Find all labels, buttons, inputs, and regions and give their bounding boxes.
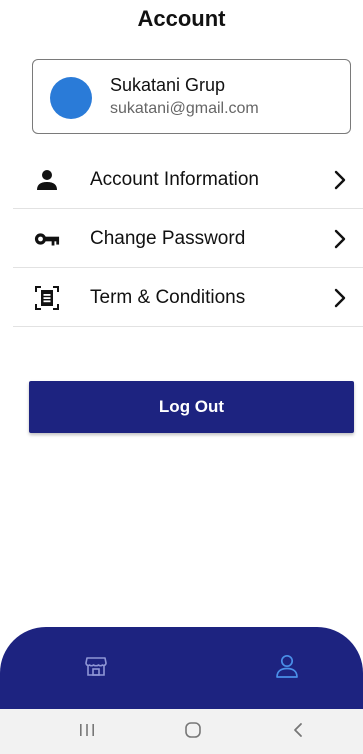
menu-item-label: Term & Conditions — [90, 286, 246, 308]
chevron-right-icon — [333, 287, 347, 309]
menu-item-change-password[interactable]: Change Password — [0, 209, 363, 268]
profile-email: sukatani@gmail.com — [110, 100, 259, 117]
menu-item-label: Account Information — [90, 168, 259, 190]
account-screen: Account Sukatani Grup sukatani@gmail.com… — [0, 0, 363, 754]
menu-item-label: Change Password — [90, 227, 246, 249]
bottom-navigation — [0, 627, 363, 709]
store-icon — [84, 654, 108, 683]
recents-icon — [78, 722, 96, 743]
profile-name: Sukatani Grup — [110, 75, 226, 95]
logout-button[interactable]: Log Out — [29, 381, 354, 433]
system-navigation-bar — [0, 709, 363, 754]
menu-item-terms-conditions[interactable]: Term & Conditions — [0, 268, 363, 327]
nav-store[interactable] — [81, 653, 111, 683]
person-icon — [34, 167, 60, 193]
avatar — [50, 77, 92, 119]
chevron-right-icon — [333, 228, 347, 250]
chevron-right-icon — [333, 169, 347, 191]
document-icon — [34, 285, 60, 311]
profile-card[interactable]: Sukatani Grup sukatani@gmail.com — [32, 59, 351, 134]
menu-item-account-information[interactable]: Account Information — [0, 150, 363, 209]
person-outline-icon — [274, 653, 300, 684]
back-button[interactable] — [286, 720, 310, 744]
recents-button[interactable] — [75, 720, 99, 744]
back-icon — [291, 721, 305, 744]
home-icon — [183, 720, 203, 745]
divider — [13, 326, 363, 327]
account-menu: Account Information Change Password Term… — [0, 150, 363, 327]
nav-account[interactable] — [272, 653, 302, 683]
page-title: Account — [137, 6, 226, 31]
key-icon — [34, 226, 60, 252]
home-button[interactable] — [181, 720, 205, 744]
